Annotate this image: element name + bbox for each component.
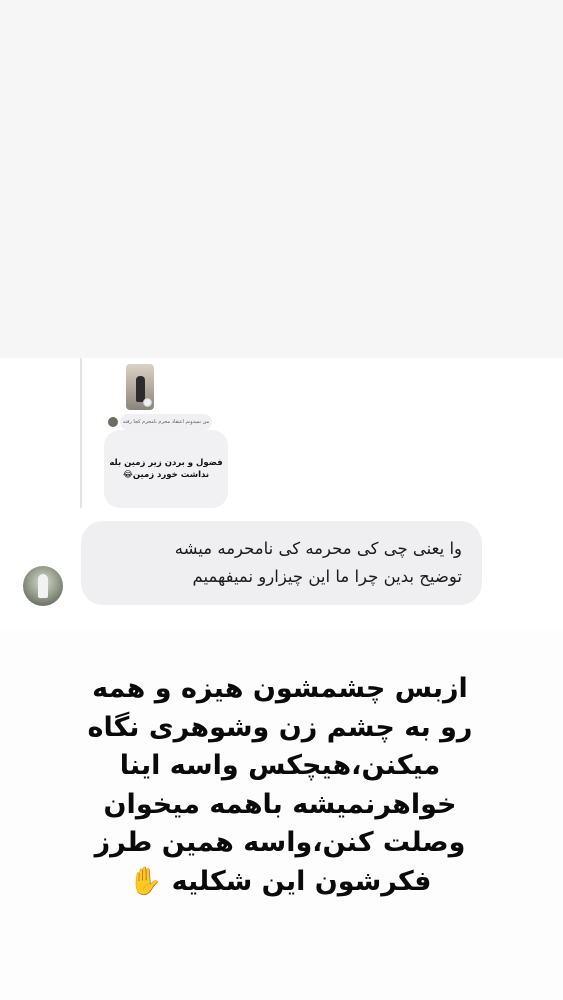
story-text: ازبس چشمشون هیزه و همه رو به چشم زن وشوه… bbox=[60, 670, 500, 901]
chat-thread: من نمیدونم اعتقاد محرم نامحرم کجا رفته ف… bbox=[0, 358, 563, 630]
story-text-card: ازبس چشمشون هیزه و همه رو به چشم زن وشوه… bbox=[0, 630, 563, 1000]
message-bubble[interactable]: وا یعنی چی کی محرمه کی نامحرمه میشه توضی… bbox=[81, 521, 482, 605]
story-badge-icon bbox=[143, 398, 152, 407]
story-author-avatar[interactable] bbox=[108, 417, 118, 427]
raised-hand-icon: ✋ bbox=[128, 865, 163, 897]
story-reply-bubble[interactable]: فضول و بردن زیر زمین بله نداشت خورد زمین… bbox=[104, 430, 228, 508]
story-reply-indicator-line bbox=[80, 358, 82, 508]
story-text-body: ازبس چشمشون هیزه و همه رو به چشم زن وشوه… bbox=[87, 673, 473, 897]
story-caption: من نمیدونم اعتقاد محرم نامحرم کجا رفته bbox=[120, 414, 212, 430]
avatar-person-figure bbox=[38, 574, 48, 598]
sender-avatar[interactable] bbox=[23, 566, 63, 606]
blank-header-area bbox=[0, 0, 563, 358]
story-thumbnail[interactable] bbox=[126, 364, 154, 410]
